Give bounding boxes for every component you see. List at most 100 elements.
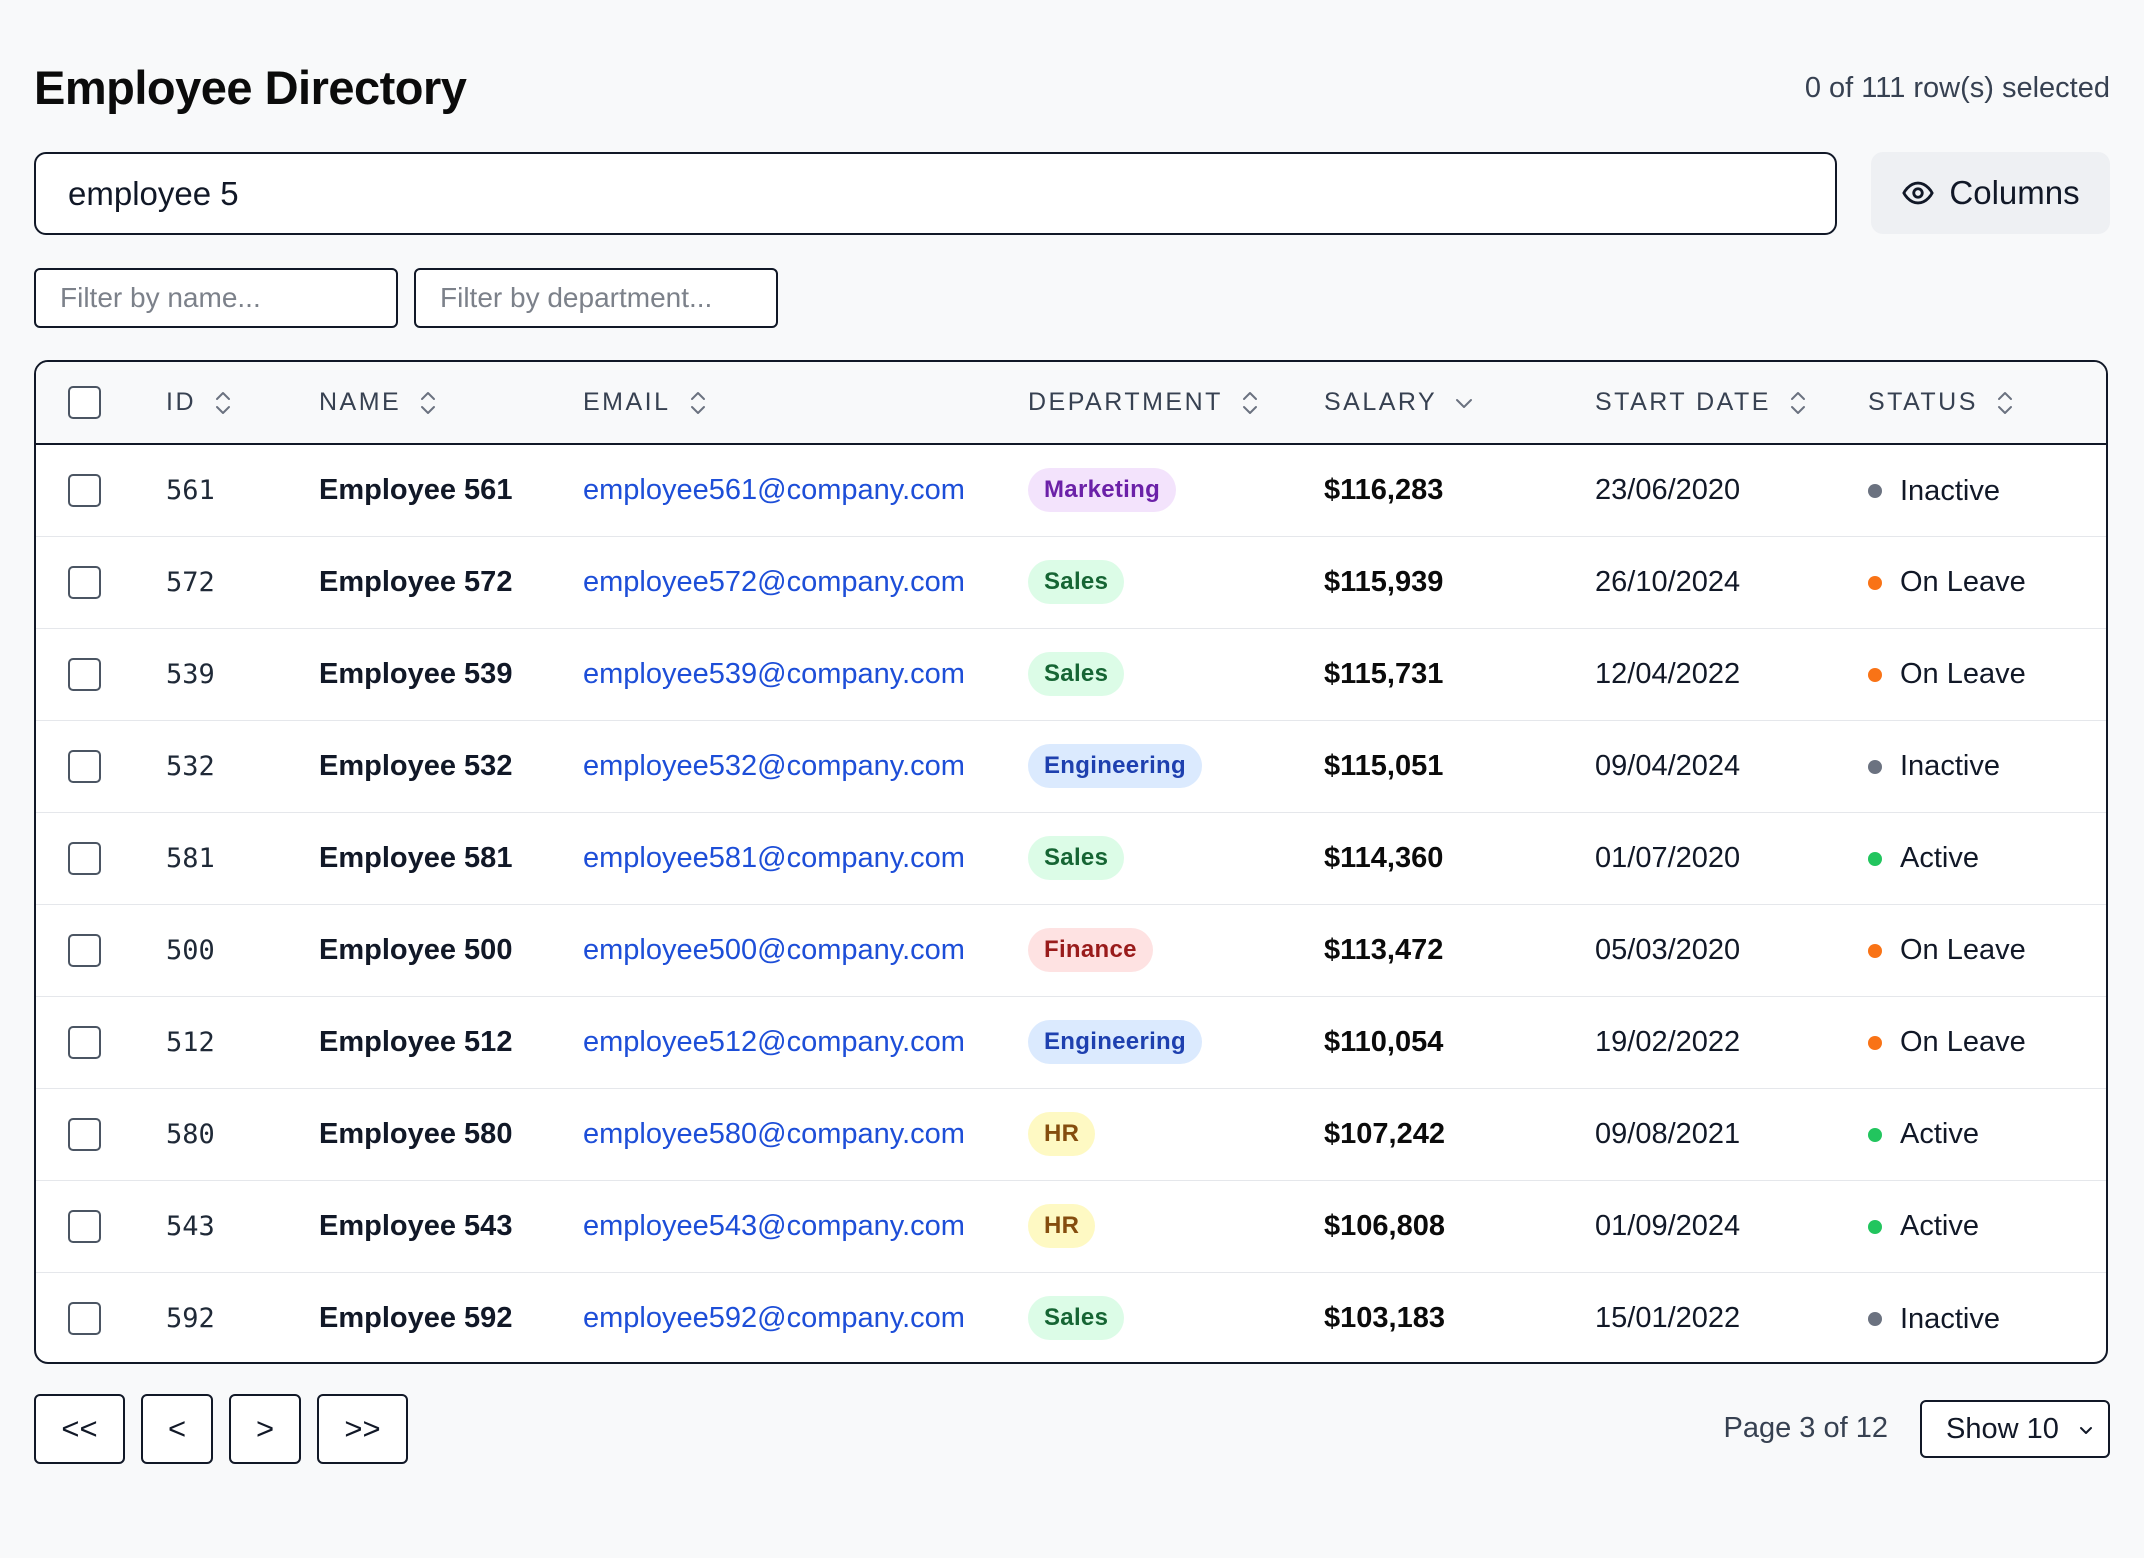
column-header-name[interactable]: NAME [319, 362, 583, 444]
column-header-label: START DATE [1595, 388, 1771, 416]
selection-count: 0 of 111 row(s) selected [1804, 72, 2110, 104]
status-dot-icon [1868, 1035, 1882, 1050]
department-badge: Finance [1028, 928, 1153, 972]
row-checkbox[interactable] [68, 1025, 101, 1059]
row-select-cell [36, 1272, 166, 1362]
status-label: On Leave [1900, 566, 2026, 599]
table-row[interactable]: 561 Employee 561 employee561@company.com Ma… [36, 444, 2106, 536]
row-checkbox[interactable] [68, 1209, 101, 1243]
column-header-label: NAME [319, 388, 402, 416]
row-select-cell [36, 628, 166, 720]
global-search-input[interactable] [34, 152, 1837, 235]
table-row[interactable]: 532 Employee 532 employee532@company.com En… [36, 720, 2106, 812]
column-header-salary[interactable]: SALARY [1324, 362, 1595, 444]
page-size-select[interactable]: Show 10 [1920, 1400, 2110, 1458]
status-dot-icon [1868, 667, 1882, 682]
cell-status: On Leave [1868, 628, 2106, 720]
table-row[interactable]: 580 Employee 580 employee580@company.com HR… [36, 1088, 2106, 1180]
cell-email-link[interactable]: employee592@company.com [583, 1272, 1028, 1362]
cell-start-date: 15/01/2022 [1595, 1301, 1741, 1334]
cell-salary: $107,242 [1324, 1117, 1445, 1150]
cell-email-link[interactable]: employee581@company.com [583, 812, 1028, 904]
filter-department-input[interactable] [414, 268, 778, 328]
cell-start-date: 09/04/2024 [1595, 749, 1741, 782]
status-dot-icon [1868, 943, 1882, 958]
row-select-cell [36, 444, 166, 536]
cell-department: Sales [1028, 536, 1324, 628]
cell-email-link[interactable]: employee512@company.com [583, 996, 1028, 1088]
cell-salary: $115,051 [1324, 749, 1444, 782]
cell-salary: $115,939 [1324, 565, 1444, 598]
table-row[interactable]: 581 Employee 581 employee581@company.com Sa… [36, 812, 2106, 904]
row-checkbox[interactable] [68, 474, 101, 508]
cell-id: 580 [166, 1118, 215, 1150]
cell-start-date: 05/03/2020 [1595, 933, 1741, 966]
table-row[interactable]: 539 Employee 539 employee539@company.com Sa… [36, 628, 2106, 720]
status-dot-icon [1868, 759, 1882, 774]
row-checkbox[interactable] [68, 1117, 101, 1151]
table-row[interactable]: 592 Employee 592 employee592@company.com Sa… [36, 1272, 2106, 1362]
column-header-email[interactable]: EMAIL [583, 362, 1028, 444]
row-checkbox[interactable] [68, 1302, 101, 1336]
cell-email-link[interactable]: employee543@company.com [583, 1180, 1028, 1272]
table-row[interactable]: 500 Employee 500 employee500@company.com Fi… [36, 904, 2106, 996]
cell-id: 561 [166, 474, 215, 506]
row-select-cell [36, 812, 166, 904]
status-dot-icon [1868, 851, 1882, 866]
first-page-button[interactable]: << [34, 1394, 125, 1464]
row-checkbox[interactable] [68, 841, 101, 875]
department-badge: Sales [1028, 560, 1125, 604]
next-page-button[interactable]: > [229, 1394, 301, 1464]
cell-status: On Leave [1868, 904, 2106, 996]
column-header-start-date[interactable]: START DATE [1595, 362, 1868, 444]
columns-button-label: Columns [1949, 174, 2080, 211]
cell-department: Sales [1028, 1272, 1324, 1362]
column-header-status[interactable]: STATUS [1868, 362, 2106, 444]
department-badge: HR [1028, 1204, 1096, 1248]
previous-page-button[interactable]: < [141, 1394, 213, 1464]
table-row[interactable]: 572 Employee 572 employee572@company.com Sa… [36, 536, 2106, 628]
cell-email-link[interactable]: employee572@company.com [583, 536, 1028, 628]
cell-email-link[interactable]: employee580@company.com [583, 1088, 1028, 1180]
employee-table: ID NAME EMAIL DEPARTMENT SALARY START DA… [34, 360, 2108, 1364]
filter-name-input[interactable] [34, 268, 398, 328]
last-page-button[interactable]: >> [317, 1394, 408, 1464]
cell-email-link[interactable]: employee561@company.com [583, 444, 1028, 536]
cell-name: Employee 539 [319, 657, 513, 690]
cell-start-date: 26/10/2024 [1595, 565, 1741, 598]
sort-icon [1997, 391, 2012, 414]
row-checkbox[interactable] [68, 933, 101, 967]
column-header-label: EMAIL [583, 388, 671, 416]
cell-email-link[interactable]: employee500@company.com [583, 904, 1028, 996]
cell-email-link[interactable]: employee532@company.com [583, 720, 1028, 812]
sort-icon [216, 391, 230, 414]
column-header-label: ID [166, 388, 196, 416]
table-row[interactable]: 543 Employee 543 employee543@company.com HR… [36, 1180, 2106, 1272]
column-header-label: DEPARTMENT [1028, 388, 1223, 416]
cell-status: On Leave [1868, 536, 2106, 628]
status-dot-icon [1868, 1219, 1882, 1234]
status-label: Active [1900, 842, 1979, 875]
cell-status: Inactive [1868, 1272, 2106, 1362]
select-all-checkbox[interactable] [68, 386, 101, 419]
status-label: On Leave [1900, 934, 2026, 967]
status-label: Active [1900, 1210, 1979, 1243]
row-checkbox[interactable] [68, 565, 101, 599]
cell-name: Employee 581 [319, 841, 513, 874]
column-header-department[interactable]: DEPARTMENT [1028, 362, 1324, 444]
cell-department: Marketing [1028, 444, 1324, 536]
page-size-value: Show 10 [1946, 1412, 2059, 1445]
column-header-id[interactable]: ID [166, 362, 319, 444]
department-badge: Engineering [1028, 1020, 1202, 1064]
pagination: << < > >> Page 3 of 12 Show 10 [34, 1394, 2110, 1464]
columns-button[interactable]: Columns [1871, 152, 2110, 234]
cell-start-date: 23/06/2020 [1595, 473, 1741, 506]
cell-status: On Leave [1868, 996, 2106, 1088]
table-row[interactable]: 512 Employee 512 employee512@company.com En… [36, 996, 2106, 1088]
page-indicator: Page 3 of 12 [1723, 1412, 1888, 1444]
sort-icon [1242, 391, 1257, 414]
cell-email-link[interactable]: employee539@company.com [583, 628, 1028, 720]
row-checkbox[interactable] [68, 657, 101, 691]
status-dot-icon [1868, 484, 1882, 498]
row-checkbox[interactable] [68, 749, 101, 783]
